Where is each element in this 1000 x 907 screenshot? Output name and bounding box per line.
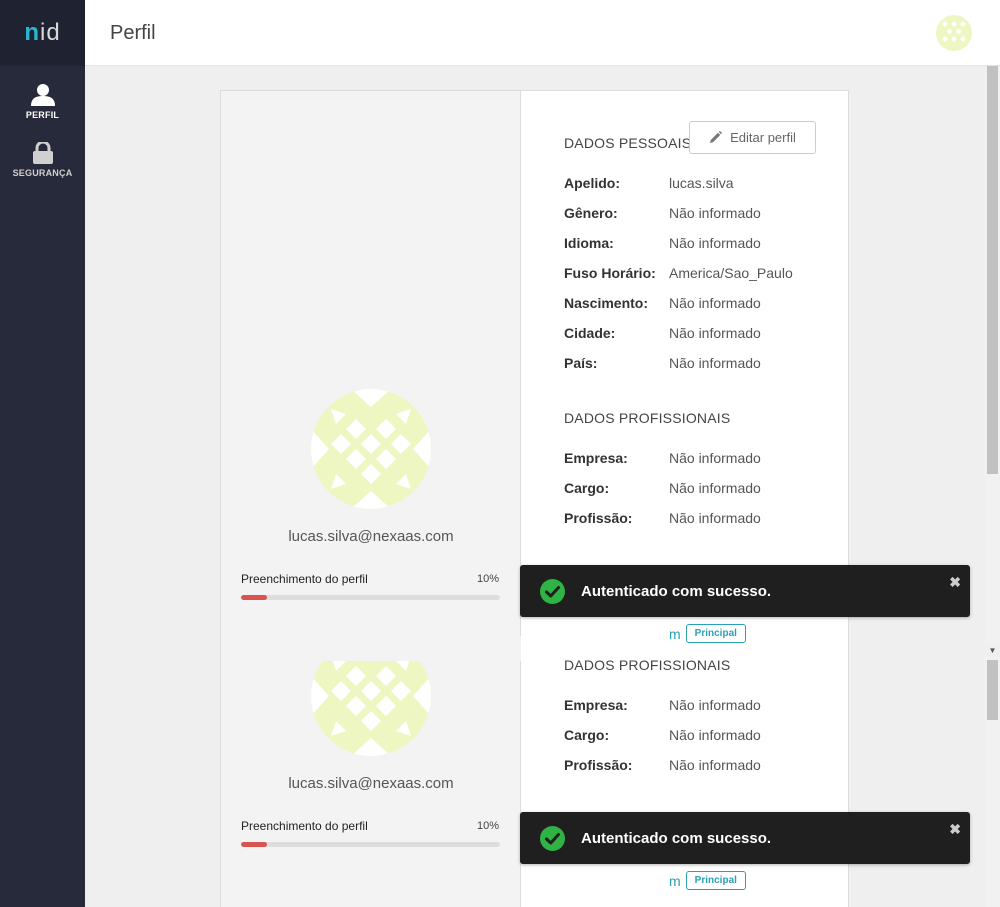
field-value: Não informado <box>669 205 761 221</box>
field-label: Gênero: <box>564 205 618 221</box>
field-pais: País: Não informado <box>564 355 761 371</box>
progress-label: Preenchimento do perfil <box>241 572 368 586</box>
page-title: Perfil <box>110 22 156 44</box>
field-genero: Gênero: Não informado <box>564 205 761 221</box>
email-principal-row: m Principal <box>669 871 746 890</box>
field-label: País: <box>564 355 598 371</box>
profile-avatar <box>311 389 431 509</box>
profile-email: lucas.silva@nexaas.com <box>288 775 454 792</box>
sidebar-item-label: PERFIL <box>25 110 60 120</box>
progress-percent: 10% <box>476 820 499 832</box>
email-partial-text: m <box>669 625 681 642</box>
check-circle-icon <box>540 825 565 851</box>
field-value: America/Sao_Paulo <box>669 265 793 281</box>
user-avatar[interactable] <box>936 15 972 51</box>
field-value: Não informado <box>669 480 761 496</box>
field-label: Profissão: <box>564 757 633 773</box>
logo-letter-n: n <box>24 19 40 46</box>
logo-text: id <box>39 19 61 46</box>
email-principal-row: m Principal <box>669 624 746 643</box>
progress-label: Preenchimento do perfil <box>241 819 368 833</box>
field-value: Não informado <box>669 325 761 341</box>
principal-badge: Principal <box>685 871 746 890</box>
field-cargo: Cargo: Não informado <box>564 727 761 743</box>
identicon-icon <box>311 389 431 509</box>
field-label: Nascimento: <box>564 295 649 311</box>
profile-email: lucas.silva@nexaas.com <box>288 528 454 545</box>
field-value: Não informado <box>669 697 761 713</box>
field-label: Apelido: <box>564 175 620 191</box>
field-profissao: Profissão: Não informado <box>564 510 761 526</box>
lock-icon <box>32 142 53 164</box>
field-label: Profissão: <box>564 510 633 526</box>
progress-bar <box>241 595 500 600</box>
field-value: Não informado <box>669 235 761 251</box>
user-icon <box>30 84 55 106</box>
section-title-personal: DADOS PESSOAIS <box>564 135 692 151</box>
field-value: Não informado <box>669 295 761 311</box>
field-label: Fuso Horário: <box>564 265 656 281</box>
progress-fill <box>241 595 267 600</box>
field-label: Idioma: <box>564 235 614 251</box>
email-partial-text: m <box>669 872 681 889</box>
progress-percent: 10% <box>476 573 499 585</box>
scroll-down-arrow-icon[interactable]: ▼ <box>985 645 1000 657</box>
toast-message: Autenticado com sucesso. <box>581 829 772 847</box>
profile-details: DADOS PESSOAIS Editar perfil Apelido: luc… <box>522 91 848 907</box>
section-title-professional: DADOS PROFISSIONAIS <box>564 410 731 426</box>
identicon-icon <box>936 15 972 51</box>
field-empresa: Empresa: Não informado <box>564 450 761 466</box>
field-label: Empresa: <box>564 697 628 713</box>
app-logo[interactable]: n id <box>0 0 85 66</box>
field-value: lucas.silva <box>669 175 734 191</box>
scrollbar-thumb[interactable] <box>987 660 998 720</box>
pencil-icon <box>710 131 723 143</box>
section-title-professional: DADOS PROFISSIONAIS <box>564 657 731 673</box>
progress-fill <box>241 842 267 847</box>
field-label: Cidade: <box>564 325 616 341</box>
field-idioma: Idioma: Não informado <box>564 235 761 251</box>
profile-card: lucas.silva@nexaas.com Preenchimento do … <box>220 90 849 907</box>
field-value: Não informado <box>669 727 761 743</box>
field-value: Não informado <box>669 510 761 526</box>
edit-profile-button[interactable]: Editar perfil <box>689 121 816 154</box>
sidebar-item-label: SEGURANÇA <box>12 168 73 178</box>
field-value: Não informado <box>669 757 761 773</box>
field-value: Não informado <box>669 355 761 371</box>
sidebar-item-seguranca[interactable]: SEGURANÇA <box>0 124 85 182</box>
field-cargo: Cargo: Não informado <box>564 480 761 496</box>
sidebar: n id PERFIL SEGURANÇA <box>0 0 85 907</box>
edit-profile-label: Editar perfil <box>730 130 796 145</box>
header: Perfil <box>85 0 1000 66</box>
field-empresa: Empresa: Não informado <box>564 697 761 713</box>
success-toast: Autenticado com sucesso. ✖ <box>520 812 970 864</box>
field-value: Não informado <box>669 450 761 466</box>
check-circle-icon <box>540 578 565 604</box>
scrollbar-thumb[interactable] <box>987 66 998 474</box>
field-apelido: Apelido: lucas.silva <box>564 175 734 191</box>
success-toast: Autenticado com sucesso. ✖ <box>520 565 970 617</box>
progress-bar <box>241 842 500 847</box>
principal-badge: Principal <box>685 624 746 643</box>
sidebar-item-perfil[interactable]: PERFIL <box>0 66 85 124</box>
field-label: Cargo: <box>564 480 610 496</box>
field-profissao: Profissão: Não informado <box>564 757 761 773</box>
close-icon[interactable]: ✖ <box>949 821 961 838</box>
profile-summary: lucas.silva@nexaas.com Preenchimento do … <box>221 91 521 907</box>
avatar-cutoff-mask <box>221 636 521 661</box>
toast-message: Autenticado com sucesso. <box>581 582 772 600</box>
close-icon[interactable]: ✖ <box>949 574 961 591</box>
field-label: Empresa: <box>564 450 628 466</box>
field-cidade: Cidade: Não informado <box>564 325 761 341</box>
field-nascimento: Nascimento: Não informado <box>564 295 761 311</box>
field-fuso-horario: Fuso Horário: America/Sao_Paulo <box>564 265 793 281</box>
field-label: Cargo: <box>564 727 610 743</box>
